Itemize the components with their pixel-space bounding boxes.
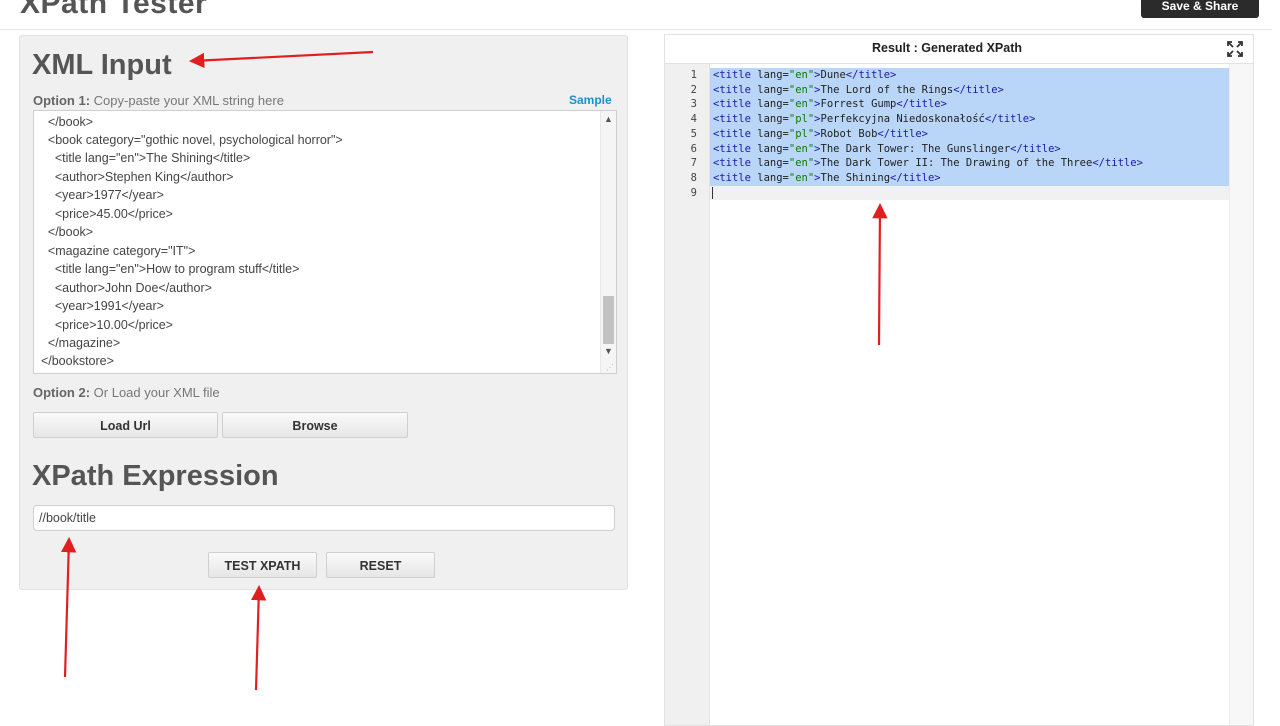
result-line: <title lang="pl">Perfekcyjna Niedoskonał… <box>713 113 1036 125</box>
result-line: <title lang="en">Forrest Gump</title> <box>713 98 947 110</box>
load-url-button[interactable]: Load Url <box>33 412 218 438</box>
xml-line: <book category="gothic novel, psychologi… <box>34 133 343 147</box>
result-panel: Result : Generated XPath 1 2 3 4 5 6 7 8… <box>664 34 1254 726</box>
line-number: 1 <box>690 69 697 81</box>
result-line: <title lang="en">The Dark Tower II: The … <box>713 157 1143 169</box>
option2-prefix: Option 2: <box>33 385 91 400</box>
xml-line: </bookstore> <box>34 354 114 368</box>
result-line: <title lang="pl">Robot Bob</title> <box>713 128 928 140</box>
xml-line: </magazine> <box>34 336 121 350</box>
save-share-button[interactable]: Save & Share <box>1141 0 1259 18</box>
xml-scrollbar[interactable]: ▲ ▼ <box>600 111 616 373</box>
result-scrollbar[interactable] <box>1229 64 1253 725</box>
xpath-expression-input[interactable] <box>33 505 615 531</box>
line-number: 9 <box>690 187 697 199</box>
xml-line: <price>10.00</price> <box>34 318 173 332</box>
line-number: 8 <box>690 172 697 184</box>
sample-link[interactable]: Sample <box>569 93 612 107</box>
line-number: 3 <box>690 98 697 110</box>
result-title: Result : Generated XPath <box>871 41 1023 55</box>
app-title: XPath Tester <box>20 0 208 20</box>
line-number: 2 <box>690 84 697 96</box>
option2-label: Option 2: Or Load your XML file <box>33 385 220 401</box>
line-number: 5 <box>690 128 697 140</box>
xml-line: </book> <box>34 115 94 129</box>
result-line: <title lang="en">Dune</title> <box>713 69 897 81</box>
xml-line: <title lang="en">The Shining</title> <box>34 151 251 165</box>
xml-line: <year>1991</year> <box>34 299 164 313</box>
resize-grip-icon[interactable]: ⋰ <box>606 364 614 372</box>
option1-prefix: Option 1: <box>33 93 91 108</box>
input-panel: XML Input Option 1: Copy-paste your XML … <box>19 35 628 590</box>
xml-line: <year>1977</year> <box>34 188 164 202</box>
result-header: Result : Generated XPath <box>665 35 1253 64</box>
result-line: <title lang="en">The Lord of the Rings</… <box>713 84 1004 96</box>
xml-input-heading: XML Input <box>32 49 172 81</box>
xml-textarea[interactable]: </book> <book category="gothic novel, ps… <box>33 110 617 374</box>
xml-line: </book> <box>34 225 94 239</box>
test-xpath-button[interactable]: TEST XPATH <box>208 552 317 578</box>
browse-button[interactable]: Browse <box>222 412 408 438</box>
header-divider <box>0 29 1272 30</box>
option1-text: Copy-paste your XML string here <box>90 93 284 108</box>
reset-button[interactable]: RESET <box>326 552 435 578</box>
line-number-gutter: 1 2 3 4 5 6 7 8 9 <box>665 64 710 725</box>
result-line: <title lang="en">The Shining</title> <box>713 172 941 184</box>
scroll-up-arrow-icon[interactable]: ▲ <box>601 111 616 127</box>
line-number: 7 <box>690 157 697 169</box>
line-number: 6 <box>690 143 697 155</box>
arrow-to-test-button <box>250 584 267 691</box>
scrollbar-thumb[interactable] <box>603 296 614 344</box>
xml-line: <author>John Doe</author> <box>34 281 212 295</box>
option1-label: Option 1: Copy-paste your XML string her… <box>33 93 284 109</box>
fullscreen-expand-icon[interactable] <box>1227 41 1243 57</box>
text-cursor <box>712 187 713 199</box>
scroll-down-arrow-icon[interactable]: ▼ <box>601 343 616 359</box>
xpath-heading: XPath Expression <box>32 460 279 492</box>
result-line: <title lang="en">The Dark Tower: The Gun… <box>713 143 1061 155</box>
option2-text: Or Load your XML file <box>90 385 220 400</box>
active-line-highlight <box>710 186 1253 200</box>
xml-line: <price>45.00</price> <box>34 207 173 221</box>
line-number: 4 <box>690 113 697 125</box>
xml-line: <author>Stephen King</author> <box>34 170 234 184</box>
xml-line: <title lang="en">How to program stuff</t… <box>34 262 300 276</box>
xml-line: <magazine category="IT"> <box>34 244 196 258</box>
